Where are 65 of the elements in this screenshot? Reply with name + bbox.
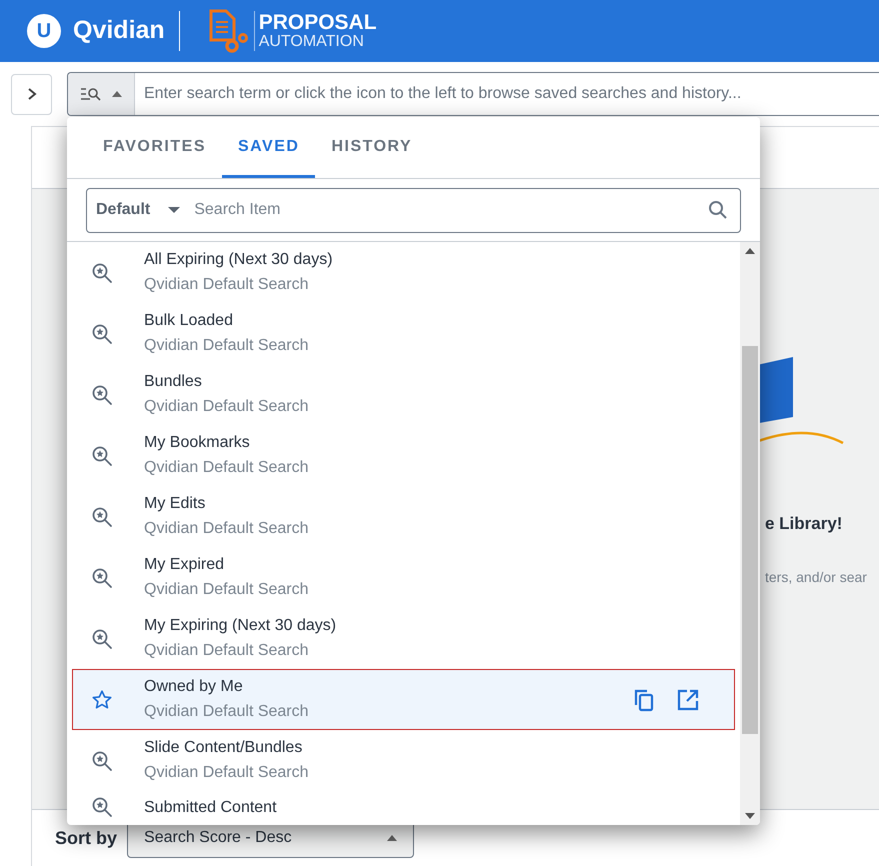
empty-state-hint: ters, and/or sear xyxy=(765,568,867,586)
saved-search-item[interactable]: My Expired Qvidian Default Search xyxy=(72,547,735,608)
search-star-icon xyxy=(91,444,113,466)
search-subtitle: Qvidian Default Search xyxy=(144,762,310,782)
copy-icon[interactable] xyxy=(632,688,656,712)
caret-up-icon xyxy=(387,835,398,841)
search-title: Owned by Me xyxy=(144,676,244,696)
popup-tab[interactable]: SAVED xyxy=(222,118,316,178)
scroll-down-icon[interactable] xyxy=(745,813,755,819)
search-star-icon xyxy=(91,750,113,772)
search-title: Slide Content/Bundles xyxy=(144,738,304,758)
product-name: PROPOSAL xyxy=(258,12,377,33)
saved-search-item[interactable]: Bulk Loaded Qvidian Default Search xyxy=(72,303,735,364)
search-subtitle: Qvidian Default Search xyxy=(144,640,310,660)
search-title: My Expired xyxy=(144,554,226,574)
list-search-icon xyxy=(80,86,102,102)
search-title: Submitted Content xyxy=(144,798,278,818)
saved-search-item[interactable]: My Edits Qvidian Default Search xyxy=(72,486,735,547)
external-link-icon[interactable] xyxy=(676,688,700,712)
search-star-icon xyxy=(91,796,113,818)
chevron-right-icon xyxy=(26,87,38,101)
search-subtitle: Qvidian Default Search xyxy=(144,518,310,538)
search-subtitle: Qvidian Default Search xyxy=(144,702,310,722)
sort-label: Sort by xyxy=(55,826,118,850)
search-subtitle: Qvidian Default Search xyxy=(144,458,310,478)
saved-search-item[interactable]: Owned by Me Qvidian Default Search xyxy=(72,669,735,730)
saved-search-item[interactable]: My Expiring (Next 30 days) Qvidian Default Search xyxy=(72,608,735,669)
filter-field[interactable]: Default Search Item xyxy=(86,188,741,232)
search-title: My Expiring (Next 30 days) xyxy=(144,616,338,636)
scrollbar[interactable] xyxy=(740,242,760,825)
popup-tab[interactable]: FAVORITES xyxy=(87,118,222,178)
search-subtitle: Qvidian Default Search xyxy=(144,274,310,294)
popup-tab[interactable]: HISTORY xyxy=(315,118,428,178)
search-title: Bundles xyxy=(144,372,203,392)
search-title: All Expiring (Next 30 days) xyxy=(144,250,334,270)
search-title: My Edits xyxy=(144,494,206,514)
scroll-up-icon[interactable] xyxy=(745,248,755,254)
saved-search-item[interactable]: My Bookmarks Qvidian Default Search xyxy=(72,425,735,486)
brand-logo-mark: U xyxy=(27,14,61,48)
search-subtitle: Qvidian Default Search xyxy=(144,580,310,600)
scrollbar-thumb[interactable] xyxy=(742,346,758,734)
search-star-icon xyxy=(91,506,113,528)
scope-dropdown[interactable]: Default xyxy=(87,198,194,222)
search-icon[interactable] xyxy=(708,200,728,220)
search-star-icon xyxy=(91,322,113,344)
search-item-input[interactable]: Search Item xyxy=(194,188,708,232)
search-subtitle: Qvidian Default Search xyxy=(144,396,310,416)
search-star-icon xyxy=(91,566,113,588)
saved-search-item[interactable]: Bundles Qvidian Default Search xyxy=(72,364,735,425)
search-star-icon xyxy=(91,384,113,406)
document-gears-icon xyxy=(208,8,250,54)
search-star-icon xyxy=(91,628,113,650)
search-title: Bulk Loaded xyxy=(144,310,234,330)
search-subtitle: Qvidian Default Search xyxy=(144,336,310,356)
caret-up-icon xyxy=(112,91,122,97)
caret-down-icon xyxy=(168,207,180,213)
brand-name: Qvidian xyxy=(73,15,165,46)
saved-searches-toggle[interactable] xyxy=(68,73,135,115)
product-subtitle: AUTOMATION xyxy=(258,34,365,50)
saved-search-item[interactable]: All Expiring (Next 30 days) Qvidian Default Search xyxy=(72,242,735,303)
saved-search-item[interactable]: Slide Content/Bundles Qvidian Default Search xyxy=(72,730,735,791)
star-icon[interactable] xyxy=(91,688,113,710)
search-title: My Bookmarks xyxy=(144,432,251,452)
search-star-icon xyxy=(91,262,113,284)
empty-state-heading: e Library! xyxy=(765,513,842,535)
